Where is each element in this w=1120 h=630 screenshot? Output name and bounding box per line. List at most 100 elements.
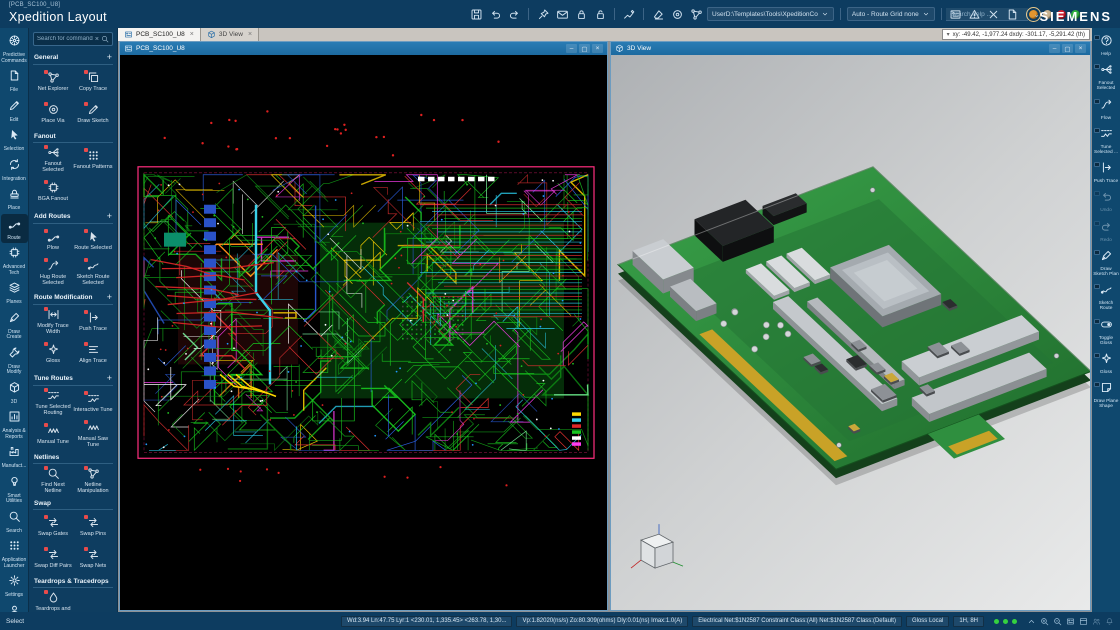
lock-icon[interactable] bbox=[573, 6, 589, 22]
plow-button[interactable]: Plow bbox=[33, 224, 73, 256]
place-via-button[interactable]: Place Via bbox=[33, 97, 73, 129]
zoom-in-icon[interactable] bbox=[1040, 617, 1049, 626]
gloss-button[interactable]: Gloss bbox=[33, 337, 73, 369]
restore-button[interactable]: ▢ bbox=[579, 44, 590, 53]
quickbar-item-draw-plane-shape[interactable]: Draw Plane Shape bbox=[1093, 379, 1120, 410]
section-header-fanout[interactable]: Fanout bbox=[33, 131, 113, 143]
close-button[interactable]: × bbox=[592, 44, 603, 53]
sidebar-item-draw-create[interactable]: Draw Create bbox=[1, 308, 28, 343]
expand-section-icon[interactable]: + bbox=[107, 292, 112, 302]
sidebar-item-assistance[interactable]: Assistance bbox=[1, 601, 28, 612]
template-path-dropdown[interactable]: UserD:\Templates\Tools\XpeditionCo bbox=[707, 7, 834, 21]
clear-search-icon[interactable]: × bbox=[95, 36, 99, 43]
quickbar-item-undo[interactable]: Undo bbox=[1093, 188, 1120, 214]
window-icon[interactable] bbox=[1079, 617, 1088, 626]
teardrops-and-tracedrops-button[interactable]: Teardrops and Tracedrops bbox=[33, 588, 73, 612]
route-grid-dropdown[interactable]: Auto - Route Grid none bbox=[846, 7, 935, 21]
help-search-input[interactable] bbox=[946, 8, 1028, 21]
quickbar-item-fanout-selected[interactable]: Fanout Selected bbox=[1093, 61, 1120, 92]
sidebar-item-analysis-reports[interactable]: Analysis & Reports bbox=[1, 407, 28, 442]
bga-fanout-button[interactable]: BGA Fanout bbox=[33, 175, 73, 207]
netline-icon[interactable] bbox=[688, 6, 704, 22]
sidebar-item-integration[interactable]: Integration bbox=[1, 155, 28, 185]
undo-icon[interactable] bbox=[487, 6, 503, 22]
pin-icon[interactable] bbox=[535, 6, 551, 22]
trace-pencil-icon[interactable] bbox=[621, 6, 637, 22]
sidebar-item-planes[interactable]: Planes bbox=[1, 278, 28, 308]
quickbar-item-gloss[interactable]: Gloss bbox=[1093, 350, 1120, 376]
quickbar-item-help[interactable]: Help bbox=[1093, 32, 1120, 58]
command-search-input[interactable] bbox=[37, 36, 93, 42]
pcb-window-titlebar[interactable]: PCB_SC100_U8 – ▢ × bbox=[120, 42, 607, 55]
netline-manipulation-button[interactable]: Netline Manipulation bbox=[73, 464, 113, 496]
hug-route-selected-button[interactable]: Hug Route Selected bbox=[33, 256, 73, 288]
sidebar-item-predictive-commands[interactable]: Predictive Commands bbox=[1, 31, 28, 66]
align-trace-button[interactable]: Align Trace bbox=[73, 337, 113, 369]
sidebar-item-route[interactable]: Route bbox=[0, 213, 28, 243]
mail-icon[interactable] bbox=[554, 6, 570, 22]
redo-icon[interactable] bbox=[506, 6, 522, 22]
sidebar-item-draw-modify[interactable]: Draw Modify bbox=[1, 343, 28, 378]
bell-icon[interactable] bbox=[1105, 617, 1114, 626]
chevron-down-icon[interactable]: ▾ bbox=[947, 31, 950, 38]
section-header-teardrops-tracedrops[interactable]: Teardrops & Tracedrops bbox=[33, 576, 113, 588]
section-header-general[interactable]: General + bbox=[33, 50, 113, 65]
interactive-tune-button[interactable]: Interactive Tune bbox=[73, 386, 113, 418]
expand-section-icon[interactable]: + bbox=[107, 52, 112, 62]
view-3d-canvas-area[interactable] bbox=[611, 55, 1090, 610]
copy-trace-button[interactable]: Copy Trace bbox=[73, 65, 113, 97]
swap-gates-button[interactable]: Swap Gates bbox=[33, 510, 73, 542]
close-icon[interactable]: × bbox=[248, 31, 252, 38]
push-trace-button[interactable]: Push Trace bbox=[73, 305, 113, 337]
quickbar-item-push-trace[interactable]: Push Trace bbox=[1093, 159, 1120, 185]
board-icon[interactable] bbox=[1066, 617, 1075, 626]
draw-sketch-button[interactable]: Draw Sketch bbox=[73, 97, 113, 129]
quickbar-item-sketch-route[interactable]: Sketch Route bbox=[1093, 281, 1120, 312]
chevron-up-icon[interactable] bbox=[1027, 617, 1036, 626]
fanout-patterns-button[interactable]: Fanout Patterns bbox=[73, 143, 113, 175]
via-icon[interactable] bbox=[669, 6, 685, 22]
minimize-button[interactable]: – bbox=[566, 44, 577, 53]
close-button[interactable]: × bbox=[1075, 44, 1086, 53]
swap-diff-pairs-button[interactable]: Swap Diff Pairs bbox=[33, 542, 73, 574]
sidebar-item-manufact-[interactable]: Manufact... bbox=[1, 442, 28, 472]
section-header-netlines[interactable]: Netlines bbox=[33, 452, 113, 464]
lock-open-icon[interactable] bbox=[592, 6, 608, 22]
view-3d-window-titlebar[interactable]: 3D View – ▢ × bbox=[611, 42, 1090, 55]
modify-trace-width-button[interactable]: Modify Trace Width bbox=[33, 305, 73, 337]
sidebar-item-smart-utilities[interactable]: Smart Utilities bbox=[1, 472, 28, 507]
section-header-swap[interactable]: Swap bbox=[33, 498, 113, 510]
quickbar-item-redo[interactable]: Redo bbox=[1093, 218, 1120, 244]
save-icon[interactable] bbox=[468, 6, 484, 22]
eraser-icon[interactable] bbox=[650, 6, 666, 22]
sidebar-item-application-launcher[interactable]: Application Launcher bbox=[1, 536, 28, 571]
tune-selected-routing-button[interactable]: Tune Selected Routing bbox=[33, 386, 73, 418]
expand-section-icon[interactable]: + bbox=[107, 211, 112, 221]
restore-button[interactable]: ▢ bbox=[1062, 44, 1073, 53]
route-selected-button[interactable]: Route Selected bbox=[73, 224, 113, 256]
quickbar-item-toggle-gloss[interactable]: Toggle Gloss bbox=[1093, 316, 1120, 347]
sidebar-item-search[interactable]: Search bbox=[1, 507, 28, 537]
minimize-button[interactable]: – bbox=[1049, 44, 1060, 53]
find-next-netline-button[interactable]: Find Next Netline bbox=[33, 464, 73, 496]
sidebar-item-place[interactable]: Place bbox=[1, 184, 28, 214]
sidebar-item-3d[interactable]: 3D bbox=[1, 378, 28, 408]
sketch-route-selected-button[interactable]: Sketch Route Selected bbox=[73, 256, 113, 288]
fanout-selected-button[interactable]: Fanout Selected bbox=[33, 143, 73, 175]
section-header-add-routes[interactable]: Add Routes + bbox=[33, 209, 113, 224]
section-header-tune-routes[interactable]: Tune Routes + bbox=[33, 371, 113, 386]
sidebar-item-edit[interactable]: Edit bbox=[1, 96, 28, 126]
command-search[interactable]: × bbox=[33, 32, 113, 46]
manual-saw-tune-button[interactable]: Manual Saw Tune bbox=[73, 418, 113, 450]
net-explorer-button[interactable]: Net Explorer bbox=[33, 65, 73, 97]
section-header-route-modification[interactable]: Route Modification + bbox=[33, 290, 113, 305]
swap-nets-button[interactable]: Swap Nets bbox=[73, 542, 113, 574]
tab-3d-view[interactable]: 3D View × bbox=[200, 28, 260, 41]
zoom-out-icon[interactable] bbox=[1053, 617, 1062, 626]
quickbar-item-draw-sketch-plan[interactable]: Draw Sketch Plan bbox=[1093, 247, 1120, 278]
sidebar-item-selection[interactable]: Selection bbox=[1, 125, 28, 155]
quickbar-item-flow[interactable]: Flow bbox=[1093, 96, 1120, 122]
pcb-2d-canvas-area[interactable] bbox=[120, 55, 607, 610]
quickbar-item-tune-selected-[interactable]: Tune Selected ... bbox=[1093, 125, 1120, 156]
close-icon[interactable]: × bbox=[190, 31, 194, 38]
